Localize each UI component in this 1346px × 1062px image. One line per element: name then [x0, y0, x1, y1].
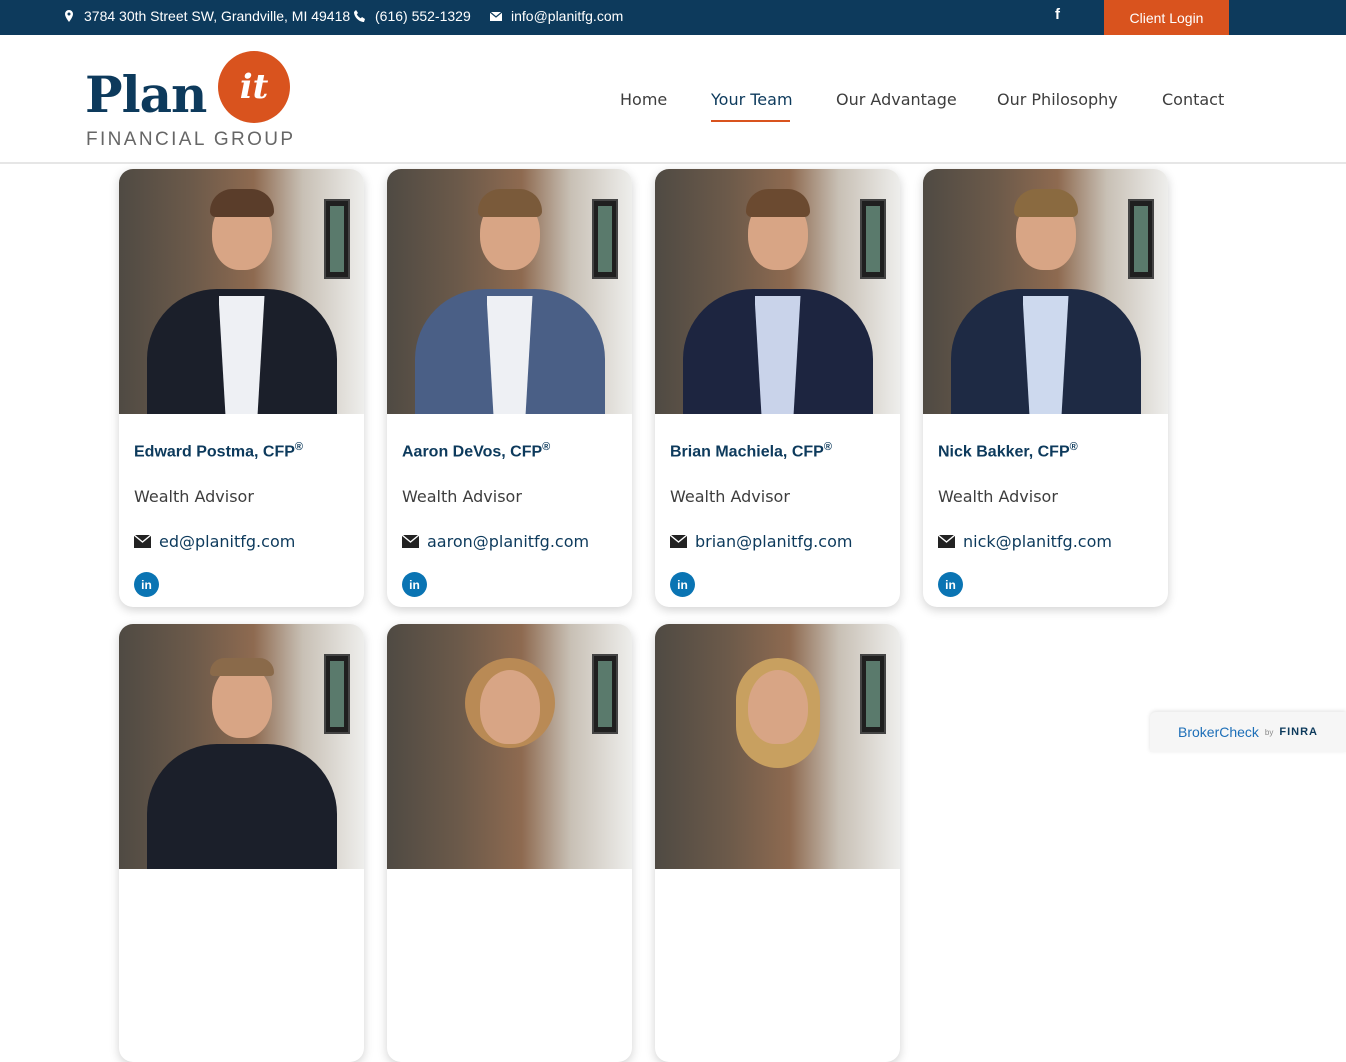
member-email[interactable]: nick@planitfg.com — [938, 532, 1112, 551]
team-photo — [655, 624, 900, 869]
active-nav-underline — [711, 120, 790, 122]
photo-shirt — [754, 296, 801, 414]
member-name: Brian Machiela, CFP® — [670, 441, 832, 461]
wall-frame — [860, 199, 886, 279]
member-name-text: Nick Bakker, CFP — [938, 443, 1070, 461]
member-name: Nick Bakker, CFP® — [938, 441, 1078, 461]
team-card — [387, 624, 632, 1062]
team-photo — [119, 169, 364, 414]
envelope-icon — [134, 535, 151, 548]
email-item[interactable]: info@planitfg.com — [489, 8, 623, 24]
photo-hair — [209, 189, 274, 217]
wall-frame — [324, 654, 350, 734]
photo-shirt — [486, 296, 533, 414]
member-name: Edward Postma, CFP® — [134, 441, 303, 461]
nav-home[interactable]: Home — [620, 90, 667, 109]
photo-head — [479, 670, 540, 744]
registered-mark: ® — [823, 441, 832, 453]
member-email[interactable]: brian@planitfg.com — [670, 532, 852, 551]
wall-frame — [592, 654, 618, 734]
wall-frame — [324, 199, 350, 279]
registered-mark: ® — [542, 441, 551, 453]
brokercheck-brand: BrokerCheck — [1178, 724, 1259, 740]
member-email-text[interactable]: brian@planitfg.com — [695, 532, 852, 551]
photo-hair — [477, 189, 542, 217]
phone-icon — [354, 10, 365, 22]
photo-shirt — [218, 296, 265, 414]
envelope-icon — [938, 535, 955, 548]
logo-subtitle: FINANCIAL GROUP — [86, 129, 296, 150]
team-card: Brian Machiela, CFP® Wealth Advisor bria… — [655, 169, 900, 607]
registered-mark: ® — [294, 441, 304, 453]
member-name-text: Aaron DeVos, CFP — [402, 443, 543, 461]
team-card: Edward Postma, CFP® Wealth Advisor ed@pl… — [119, 169, 364, 607]
member-email-text[interactable]: aaron@planitfg.com — [427, 532, 589, 551]
photo-head — [747, 670, 808, 744]
nav-our-advantage[interactable]: Our Advantage — [836, 90, 957, 109]
nav-your-team-label: Your Team — [711, 90, 793, 109]
member-email[interactable]: aaron@planitfg.com — [402, 532, 589, 551]
team-photo — [119, 624, 364, 869]
finra-label: FINRA — [1279, 726, 1318, 738]
phone-text[interactable]: (616) 552-1329 — [375, 8, 471, 24]
member-email[interactable]: ed@planitfg.com — [134, 532, 295, 551]
team-card — [119, 624, 364, 1062]
member-name-text: Edward Postma, CFP — [134, 443, 295, 461]
team-card: Nick Bakker, CFP® Wealth Advisor nick@pl… — [923, 169, 1168, 607]
top-bar: 3784 30th Street SW, Grandville, MI 4941… — [0, 0, 1346, 35]
logo-plan-text: Plan — [85, 65, 207, 124]
photo-hair — [1013, 189, 1078, 217]
team-photo — [387, 624, 632, 869]
member-role: Wealth Advisor — [402, 487, 522, 506]
facebook-icon[interactable]: f — [1055, 6, 1060, 23]
brokercheck-by: by — [1264, 727, 1274, 737]
linkedin-icon[interactable]: in — [938, 572, 963, 597]
linkedin-icon[interactable]: in — [670, 572, 695, 597]
member-email-text[interactable]: nick@planitfg.com — [963, 532, 1112, 551]
photo-shirt — [1022, 296, 1069, 414]
member-role: Wealth Advisor — [134, 487, 254, 506]
linkedin-icon[interactable]: in — [402, 572, 427, 597]
photo-hair — [745, 189, 810, 217]
phone-item[interactable]: (616) 552-1329 — [353, 8, 471, 24]
nav-your-team[interactable]: Your Team — [711, 90, 793, 122]
client-login-button[interactable]: Client Login — [1104, 0, 1229, 35]
map-pin-icon — [65, 10, 73, 22]
address-item: 3784 30th Street SW, Grandville, MI 4941… — [62, 8, 350, 24]
address-text: 3784 30th Street SW, Grandville, MI 4941… — [84, 8, 351, 24]
member-role: Wealth Advisor — [670, 487, 790, 506]
envelope-icon — [670, 535, 687, 548]
team-photo — [923, 169, 1168, 414]
team-photo — [387, 169, 632, 414]
envelope-icon — [402, 535, 419, 548]
member-role: Wealth Advisor — [938, 487, 1058, 506]
member-name-text: Brian Machiela, CFP — [670, 443, 824, 461]
wall-frame — [592, 199, 618, 279]
logo-it-circle: it — [218, 51, 290, 123]
registered-mark: ® — [1069, 441, 1078, 453]
email-text[interactable]: info@planitfg.com — [511, 8, 623, 24]
brokercheck-badge[interactable]: BrokerCheck by FINRA — [1150, 712, 1346, 752]
envelope-icon — [489, 11, 503, 21]
planit-logo[interactable]: Plan it FINANCIAL GROUP — [85, 51, 305, 151]
wall-frame — [860, 654, 886, 734]
member-email-text[interactable]: ed@planitfg.com — [159, 532, 295, 551]
member-name: Aaron DeVos, CFP® — [402, 441, 550, 461]
photo-suit — [146, 744, 337, 869]
linkedin-icon[interactable]: in — [134, 572, 159, 597]
team-card: Aaron DeVos, CFP® Wealth Advisor aaron@p… — [387, 169, 632, 607]
nav-contact[interactable]: Contact — [1162, 90, 1224, 109]
team-photo — [655, 169, 900, 414]
wall-frame — [1128, 199, 1154, 279]
photo-hair — [209, 658, 274, 676]
site-header: Plan it FINANCIAL GROUP Home Your Team O… — [0, 35, 1346, 164]
team-card — [655, 624, 900, 1062]
nav-our-philosophy[interactable]: Our Philosophy — [997, 90, 1118, 109]
